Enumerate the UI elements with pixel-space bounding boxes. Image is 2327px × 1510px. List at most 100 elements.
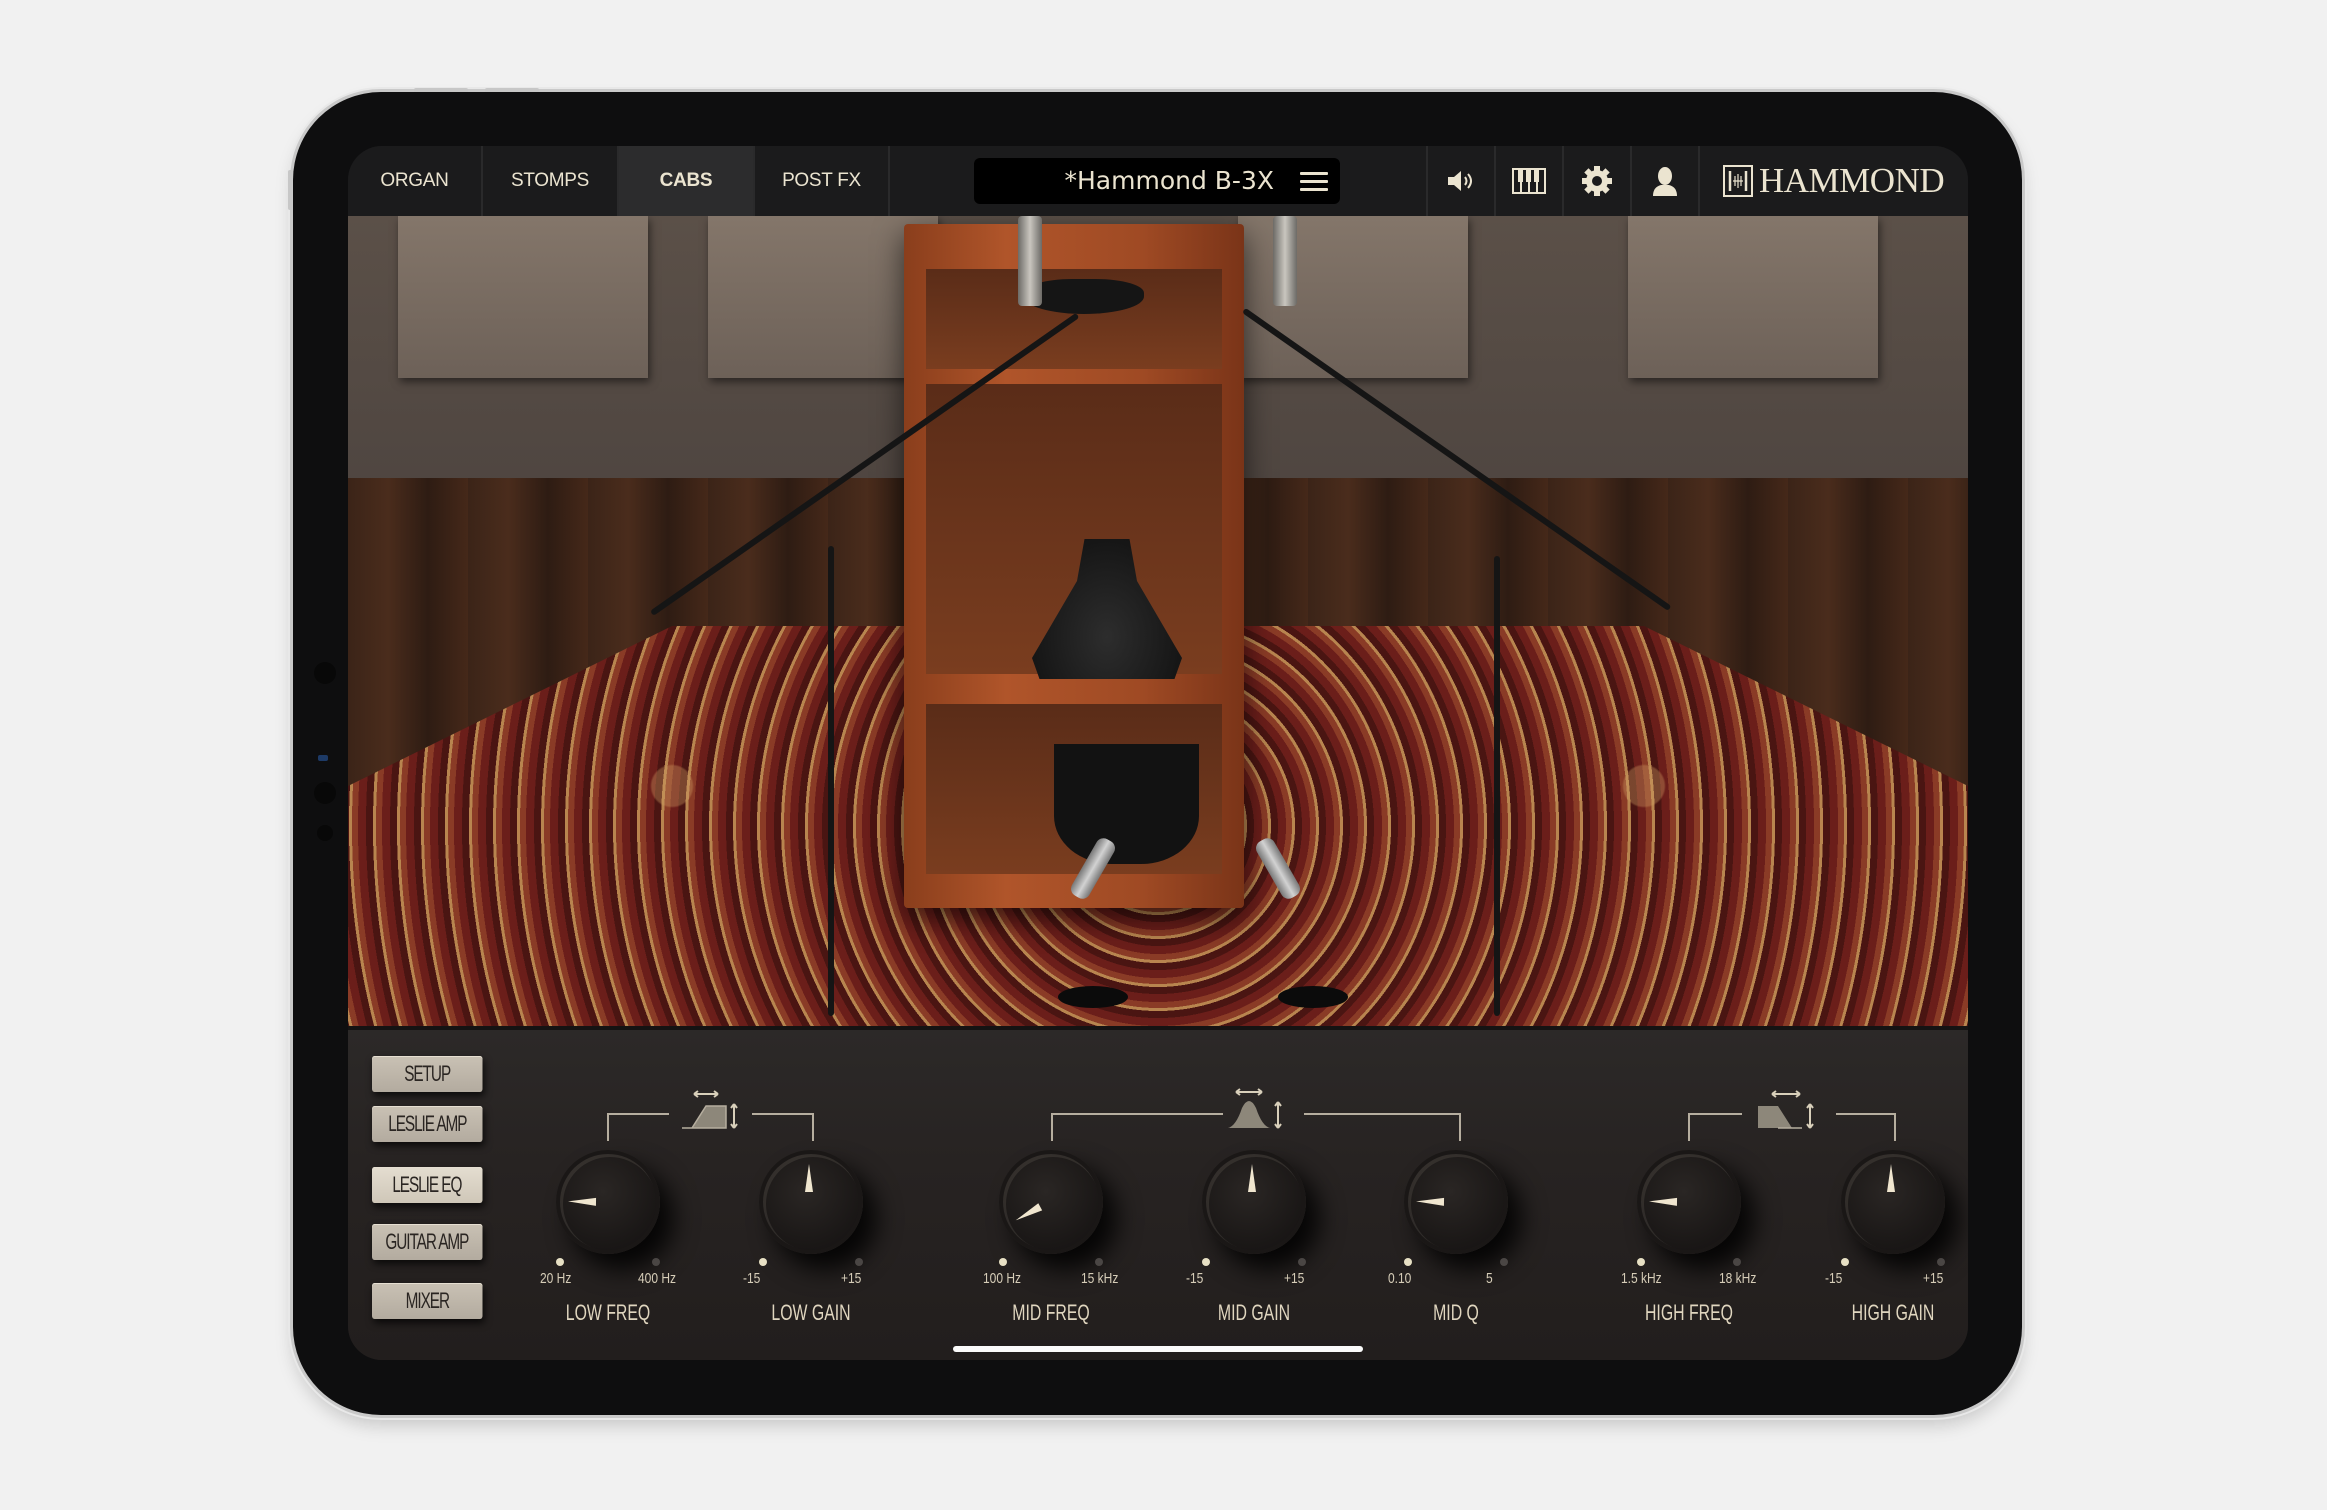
low-gain-knob[interactable]: [759, 1150, 863, 1254]
guitar-amp-button[interactable]: GUITAR AMP: [372, 1224, 483, 1260]
knob-label: MID FREQ: [1012, 1300, 1090, 1325]
mixer-label: MIXER: [405, 1288, 450, 1313]
high-shelf-icon: [1758, 1090, 1814, 1129]
knob-pointer: [1648, 1197, 1678, 1206]
leslie-cabinet: [904, 224, 1244, 908]
range-max-label: 5: [1486, 1270, 1493, 1287]
knob-pointer: [1013, 1203, 1043, 1224]
preset-selector[interactable]: *Hammond B-3X: [974, 158, 1340, 204]
mixer-button[interactable]: MIXER: [372, 1283, 483, 1319]
camera-dot: [317, 825, 333, 841]
range-max-label: 400 Hz: [638, 1270, 677, 1287]
high-gain-knob[interactable]: [1841, 1150, 1945, 1254]
camera-dot: [314, 662, 336, 684]
range-max-indicator: [1733, 1258, 1741, 1266]
range-min-label: 100 Hz: [983, 1270, 1022, 1287]
leslie-eq-button[interactable]: LESLIE EQ: [372, 1167, 483, 1203]
menu-icon[interactable]: [1300, 172, 1328, 192]
range-min-indicator: [1202, 1258, 1210, 1266]
top-button: [485, 88, 539, 92]
top-mic-left[interactable]: [1018, 216, 1042, 306]
knob-label: LOW GAIN: [771, 1300, 851, 1325]
mic-stand-left: [828, 546, 834, 1016]
knob-label: LOW FREQ: [565, 1300, 651, 1325]
knob-pointer: [1415, 1197, 1445, 1206]
leslie-amp-label: LESLIE AMP: [388, 1111, 467, 1136]
tab-post-fx[interactable]: POST FX: [755, 146, 890, 216]
preset-area: *Hammond B-3X: [892, 146, 1428, 216]
range-max-label: 15 kHz: [1081, 1270, 1119, 1287]
keyboard-icon: [1512, 168, 1546, 194]
range-min-indicator: [1637, 1258, 1645, 1266]
mic-stand-right: [1494, 556, 1500, 1016]
knob-pointer: [1248, 1164, 1256, 1192]
top-button: [414, 88, 468, 92]
leslie-rotor-drum[interactable]: [1054, 744, 1199, 864]
range-max-label: 18 kHz: [1719, 1270, 1757, 1287]
range-min-label: 20 Hz: [540, 1270, 572, 1287]
knob-pointer: [805, 1164, 813, 1192]
range-max-indicator: [1937, 1258, 1945, 1266]
app-screen: ORGAN STOMPS CABS POST FX *Hammond B-3X: [348, 146, 1968, 1360]
mid-freq-knob[interactable]: [999, 1150, 1103, 1254]
cabinet-stage-view: [348, 216, 1968, 1026]
range-max-indicator: [1500, 1258, 1508, 1266]
account-button[interactable]: [1632, 146, 1700, 216]
top-mic-right[interactable]: [1273, 216, 1297, 306]
preset-name: *Hammond B-3X: [1064, 166, 1275, 195]
brand-name: HAMMOND: [1759, 161, 1945, 200]
tab-stomps[interactable]: STOMPS: [483, 146, 619, 216]
mic-base: [1058, 986, 1128, 1008]
setup-label: SETUP: [404, 1061, 451, 1086]
hammond-logo-icon: [1723, 165, 1753, 197]
setup-button[interactable]: SETUP: [372, 1056, 483, 1092]
knob-label: MID GAIN: [1217, 1300, 1291, 1325]
range-max-label: +15: [1284, 1270, 1305, 1287]
range-max-label: +15: [1923, 1270, 1944, 1287]
leslie-eq-panel: SETUP LESLIE AMP LESLIE EQ GUITAR AMP MI…: [348, 1026, 1968, 1360]
range-min-indicator: [1404, 1258, 1412, 1266]
range-max-indicator: [1298, 1258, 1306, 1266]
high-freq-knob[interactable]: [1637, 1150, 1741, 1254]
guitar-amp-label: GUITAR AMP: [385, 1229, 470, 1254]
wall-acoustic-panel: [398, 216, 648, 378]
knob-label: HIGH GAIN: [1851, 1300, 1935, 1325]
home-indicator[interactable]: [953, 1346, 1363, 1352]
range-min-indicator: [556, 1258, 564, 1266]
tab-cabs[interactable]: CABS: [619, 146, 755, 216]
user-icon: [1653, 167, 1677, 196]
low-freq-knob[interactable]: [556, 1150, 660, 1254]
range-max-indicator: [652, 1258, 660, 1266]
low-shelf-icon: [682, 1090, 738, 1129]
mid-gain-knob[interactable]: [1202, 1150, 1306, 1254]
range-min-label: -15: [1186, 1270, 1204, 1287]
range-min-indicator: [759, 1258, 767, 1266]
speaker-icon: [1448, 171, 1472, 191]
wall-acoustic-panel: [1628, 216, 1878, 378]
gear-icon: [1582, 166, 1612, 196]
knob-pointer: [567, 1197, 597, 1206]
volume-button[interactable]: [1428, 146, 1496, 216]
keyboard-button[interactable]: [1496, 146, 1564, 216]
leslie-horn[interactable]: [1024, 279, 1144, 314]
settings-button[interactable]: [1564, 146, 1632, 216]
range-max-label: +15: [841, 1270, 862, 1287]
range-min-indicator: [1841, 1258, 1849, 1266]
knob-label: HIGH FREQ: [1644, 1300, 1733, 1325]
range-min-label: 0.10: [1388, 1270, 1412, 1287]
mid-q-knob[interactable]: [1404, 1150, 1508, 1254]
leslie-eq-label: LESLIE EQ: [392, 1172, 463, 1197]
ipad-device: ORGAN STOMPS CABS POST FX *Hammond B-3X: [288, 88, 2022, 1415]
range-max-indicator: [855, 1258, 863, 1266]
tab-organ[interactable]: ORGAN: [348, 146, 483, 216]
range-min-indicator: [999, 1258, 1007, 1266]
leslie-amp-button[interactable]: LESLIE AMP: [372, 1106, 483, 1142]
knob-pointer: [1887, 1164, 1895, 1192]
mic-base: [1278, 986, 1348, 1008]
knob-label: MID Q: [1433, 1300, 1479, 1325]
camera-dot: [314, 782, 336, 804]
peak-bell-icon: [1228, 1088, 1282, 1129]
hammond-logo: HAMMOND: [1723, 161, 1945, 200]
camera-indicator: [318, 755, 328, 761]
range-min-label: -15: [1825, 1270, 1843, 1287]
